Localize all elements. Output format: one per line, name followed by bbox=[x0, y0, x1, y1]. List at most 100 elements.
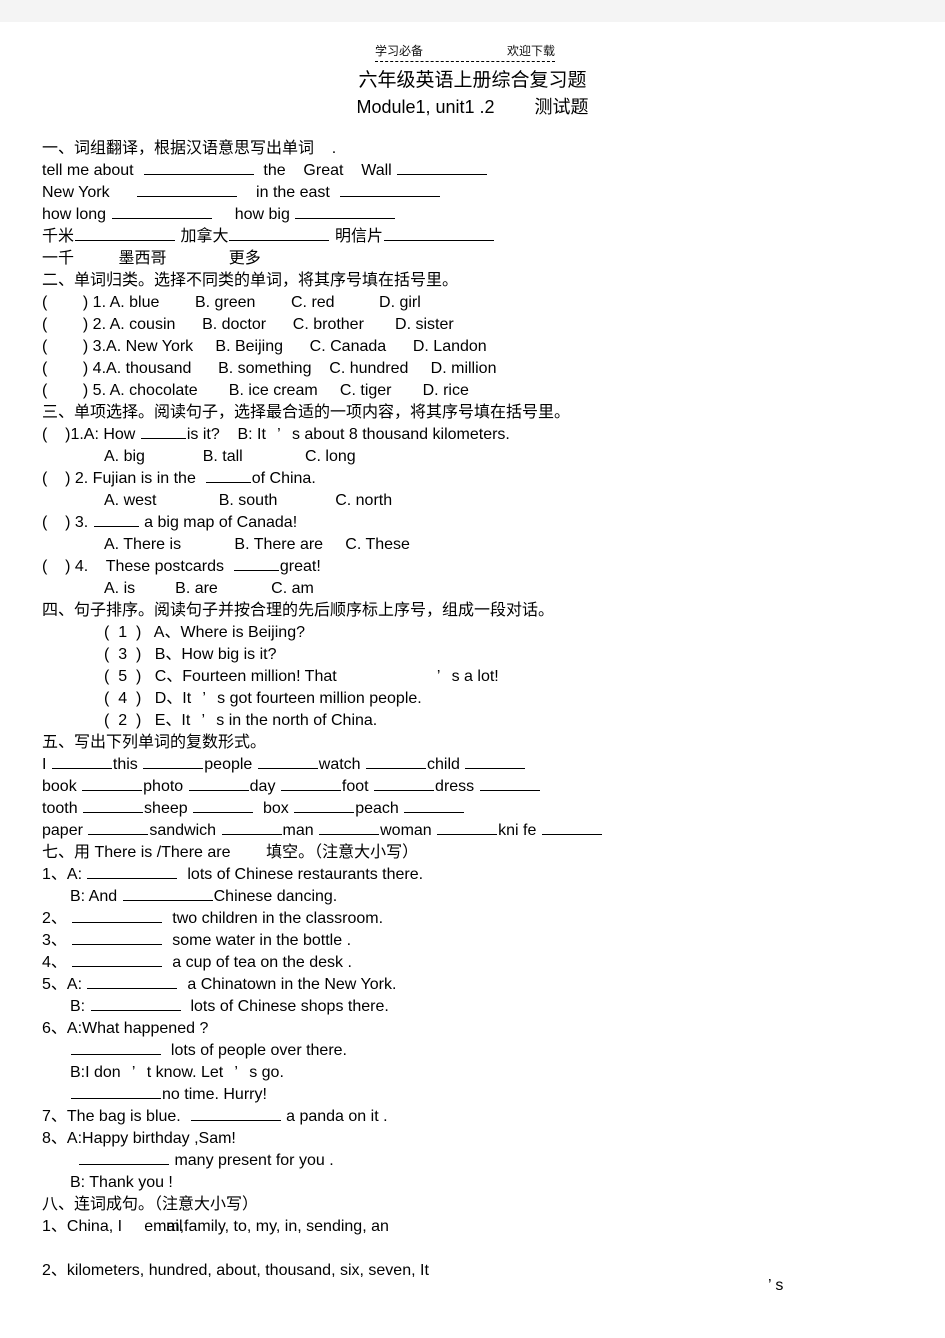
s2-i2-c[interactable]: C. brother bbox=[293, 316, 364, 333]
section-3-item-2-options: A. west B. south C. north bbox=[42, 490, 904, 512]
s3-q1-opt-b[interactable]: B. tall bbox=[203, 448, 243, 465]
s5-r1-blank-5[interactable] bbox=[465, 754, 526, 769]
s5-r3-w3: box bbox=[262, 800, 289, 817]
s4-i3-num[interactable]: 5 bbox=[118, 668, 127, 685]
s2-i1-a[interactable]: A. blue bbox=[110, 294, 160, 311]
s7-i5-blank[interactable] bbox=[72, 952, 163, 967]
s7-i3-prefix: 2、 bbox=[42, 910, 67, 927]
s4-i2-num[interactable]: 3 bbox=[118, 646, 127, 663]
s2-i4-c[interactable]: C. hundred bbox=[329, 360, 408, 377]
section-5-row-4: paper sandwich man woman kni fe bbox=[42, 820, 904, 842]
s2-i2-d[interactable]: D. sister bbox=[395, 316, 454, 333]
s2-i3-a[interactable]: A. New York bbox=[106, 338, 193, 355]
s3-q3-opt-c[interactable]: C. These bbox=[345, 536, 410, 553]
s3-q4-opt-b[interactable]: B. are bbox=[175, 580, 218, 597]
s1-r1-blank-2[interactable] bbox=[397, 160, 488, 175]
s3-q3-opt-a[interactable]: A. There is bbox=[104, 536, 181, 553]
s5-r3-blank-4[interactable] bbox=[404, 798, 465, 813]
s5-r4-blank-3[interactable] bbox=[319, 820, 380, 835]
s4-i4-num[interactable]: 4 bbox=[118, 690, 127, 707]
section-1-row-1: tell me about the Great Wall bbox=[42, 160, 904, 182]
s1-r5-c: 更多 bbox=[228, 250, 261, 267]
section-7-item-2: 2、 two children in the classroom. bbox=[42, 908, 904, 930]
s5-r2-blank-2[interactable] bbox=[188, 776, 249, 791]
watermark-banner: 学习必备 欢迎下载 bbox=[375, 42, 555, 62]
s5-r1-blank-1[interactable] bbox=[51, 754, 112, 769]
s5-r1-blank-3[interactable] bbox=[257, 754, 318, 769]
s3-q2-opt-b[interactable]: B. south bbox=[219, 492, 278, 509]
s7-i7-blank[interactable] bbox=[90, 996, 181, 1011]
s7-i3-blank[interactable] bbox=[72, 908, 163, 923]
s5-r2-blank-3[interactable] bbox=[280, 776, 341, 791]
section-5-row-2: book photo day foot dress bbox=[42, 776, 904, 798]
s1-r1-blank-1[interactable] bbox=[143, 160, 254, 175]
s2-i1-d[interactable]: D. girl bbox=[379, 294, 421, 311]
s2-i5-b[interactable]: B. ice cream bbox=[229, 382, 318, 399]
s7-i7-text: lots of Chinese shops there. bbox=[190, 998, 389, 1015]
s5-r3-blank-2[interactable] bbox=[193, 798, 254, 813]
s5-r4-blank-1[interactable] bbox=[88, 820, 149, 835]
s3-q4-blank[interactable] bbox=[233, 556, 279, 571]
s7-q7-blank[interactable] bbox=[190, 1106, 281, 1121]
s3-q2-opt-c[interactable]: C. north bbox=[335, 492, 392, 509]
s3-q3-stem-b: a big map of Canada! bbox=[144, 514, 298, 531]
s5-r4-blank-5[interactable] bbox=[541, 820, 602, 835]
s7-i1-blank[interactable] bbox=[87, 864, 178, 879]
s2-i4-d[interactable]: D. million bbox=[431, 360, 497, 377]
s1-r2-blank-2[interactable] bbox=[339, 182, 440, 197]
s2-i3-b[interactable]: B. Beijing bbox=[215, 338, 283, 355]
section-7-item-8b: many present for you . bbox=[42, 1150, 904, 1172]
s1-r3-blank-1[interactable] bbox=[111, 204, 212, 219]
s3-q1-blank[interactable] bbox=[140, 424, 186, 439]
s1-r4-blank-3[interactable] bbox=[383, 226, 494, 241]
s2-i2-b[interactable]: B. doctor bbox=[202, 316, 266, 333]
s5-r4-blank-2[interactable] bbox=[221, 820, 282, 835]
s5-r1-blank-4[interactable] bbox=[366, 754, 427, 769]
s3-q3-opt-b[interactable]: B. There are bbox=[234, 536, 323, 553]
s5-r3-blank-1[interactable] bbox=[83, 798, 144, 813]
s5-r2-blank-1[interactable] bbox=[82, 776, 143, 791]
s7-q6-blank[interactable] bbox=[71, 1040, 161, 1055]
s2-i5-c[interactable]: C. tiger bbox=[340, 382, 392, 399]
s2-i3-c[interactable]: C. Canada bbox=[310, 338, 387, 355]
s7-i2-blank[interactable] bbox=[122, 886, 213, 901]
section-3-item-3: ( ) 3. a big map of Canada! bbox=[42, 512, 298, 531]
s3-q4-opt-a[interactable]: A. is bbox=[104, 580, 135, 597]
s3-q1-opt-c[interactable]: C. long bbox=[305, 448, 356, 465]
s2-i1-c[interactable]: C. red bbox=[291, 294, 335, 311]
s5-r3-blank-3[interactable] bbox=[294, 798, 355, 813]
s2-i2-a[interactable]: A. cousin bbox=[110, 316, 176, 333]
s1-r4-blank-1[interactable] bbox=[75, 226, 176, 241]
s3-q2-blank[interactable] bbox=[205, 468, 251, 483]
s2-i5-a[interactable]: A. chocolate bbox=[110, 382, 198, 399]
s7-i4-blank[interactable] bbox=[72, 930, 163, 945]
s7-i6-blank[interactable] bbox=[87, 974, 178, 989]
s5-r4-blank-4[interactable] bbox=[437, 820, 498, 835]
s7-q6-blank-2[interactable] bbox=[71, 1084, 161, 1099]
s7-q8-blank[interactable] bbox=[79, 1150, 169, 1165]
s4-i5-tail: s in the north of China. bbox=[216, 712, 378, 729]
s2-i5-d[interactable]: D. rice bbox=[423, 382, 469, 399]
s2-i1-b[interactable]: B. green bbox=[195, 294, 255, 311]
s3-q2-opt-a[interactable]: A. west bbox=[104, 492, 156, 509]
s2-i4-num: 4. bbox=[92, 360, 107, 377]
s5-r4-w2: sandwich bbox=[149, 822, 217, 839]
section-1-heading: 一、词组翻译，根据汉语意思写出单词 . bbox=[42, 140, 337, 157]
s3-q3-blank[interactable] bbox=[93, 512, 139, 527]
s4-i1-num[interactable]: 1 bbox=[118, 624, 127, 641]
s3-q1-opt-a[interactable]: A. big bbox=[104, 448, 145, 465]
s3-q4-opt-c[interactable]: C. am bbox=[271, 580, 314, 597]
s1-r3-blank-2[interactable] bbox=[295, 204, 396, 219]
s1-r4-blank-2[interactable] bbox=[229, 226, 330, 241]
section-3-item-3-options: A. There is B. There are C. These bbox=[42, 534, 904, 556]
s2-i3-d[interactable]: D. Landon bbox=[413, 338, 487, 355]
s5-r2-blank-5[interactable] bbox=[479, 776, 540, 791]
subtitle-module: Module1, unit1 .2 bbox=[356, 97, 495, 117]
s4-i5-num[interactable]: 2 bbox=[118, 712, 127, 729]
s2-i4-a[interactable]: A. thousand bbox=[106, 360, 191, 377]
s2-i4-b[interactable]: B. something bbox=[218, 360, 311, 377]
s1-r2-blank-1[interactable] bbox=[137, 182, 238, 197]
s5-r2-blank-4[interactable] bbox=[374, 776, 435, 791]
s5-r2-w1: book bbox=[42, 778, 77, 795]
s5-r1-blank-2[interactable] bbox=[143, 754, 204, 769]
